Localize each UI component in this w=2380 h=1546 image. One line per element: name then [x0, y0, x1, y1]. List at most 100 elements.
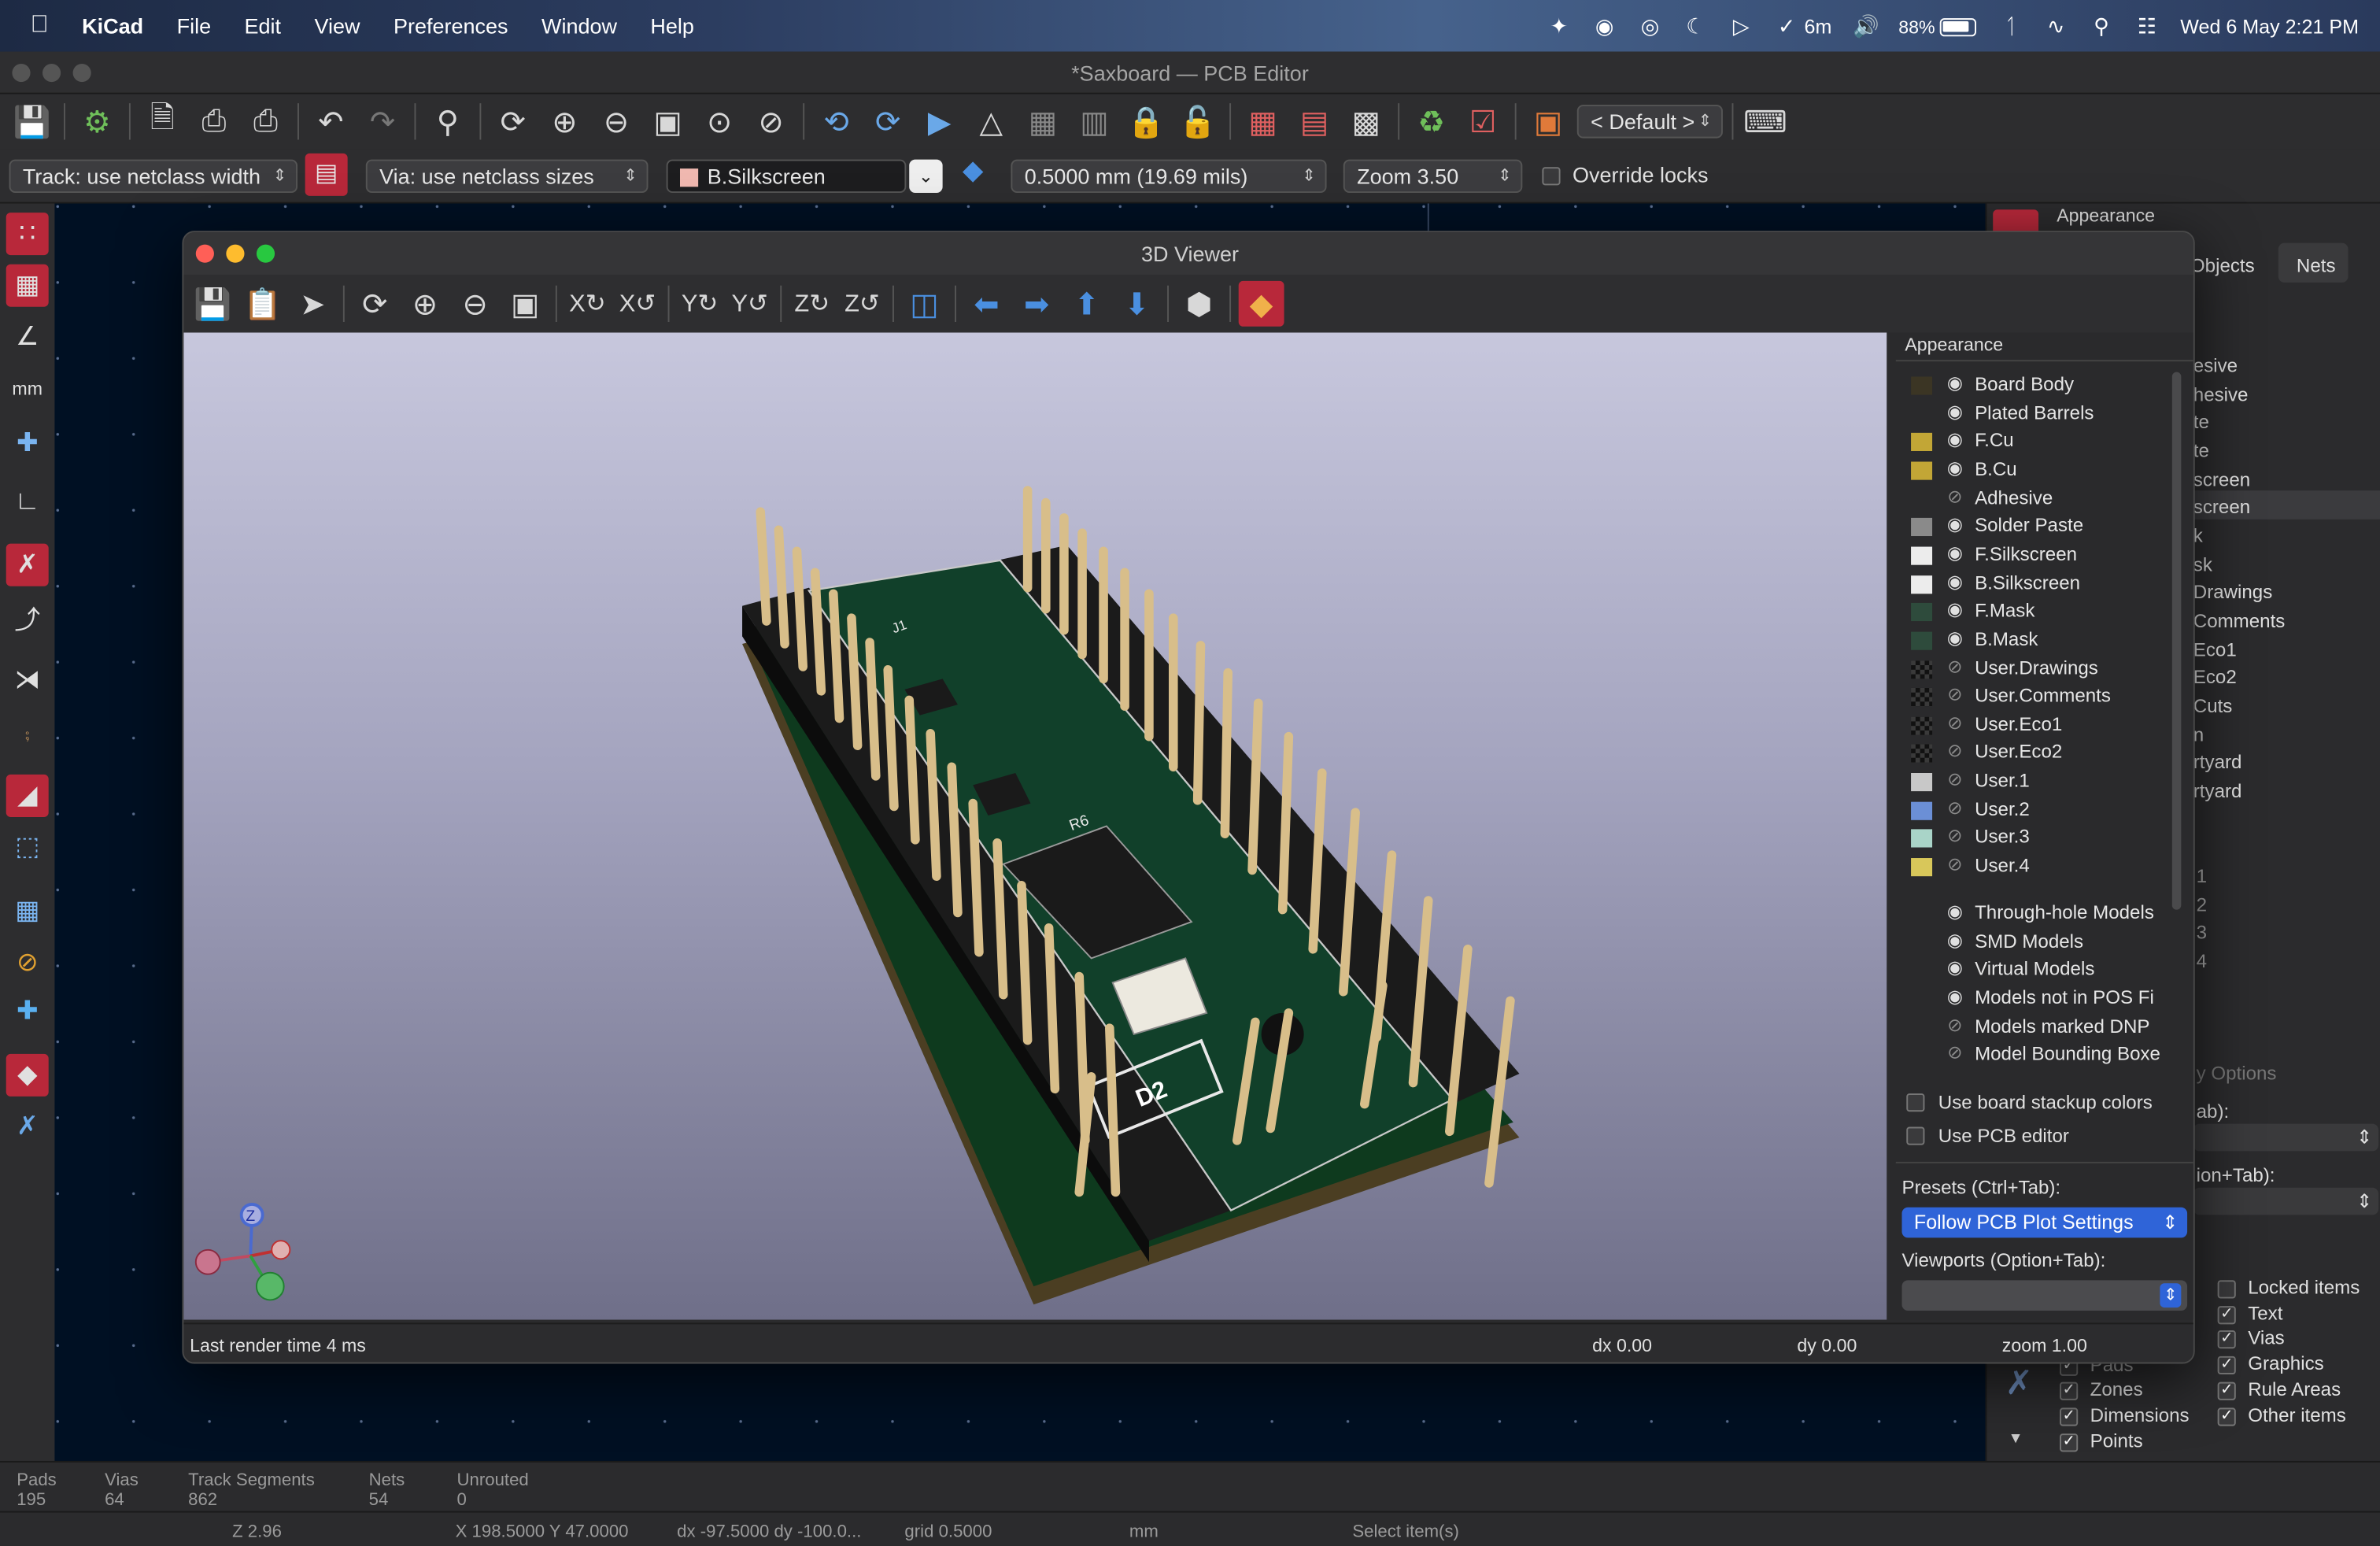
- find-icon[interactable]: ⚲: [425, 98, 471, 144]
- tab-objects[interactable]: Objects: [2190, 255, 2255, 276]
- menu-help[interactable]: Help: [650, 13, 694, 38]
- play-icon[interactable]: ▷: [1729, 13, 1754, 38]
- moon-icon[interactable]: ☾: [1683, 13, 1708, 38]
- eye-icon[interactable]: ◉: [1944, 571, 1965, 592]
- layer-row[interactable]: ⊘ User.4: [1899, 853, 2187, 881]
- undo-icon[interactable]: ↶: [308, 98, 353, 144]
- eye-icon[interactable]: ◉: [1944, 901, 1965, 922]
- eye-hidden-icon[interactable]: ⊘: [1944, 768, 1965, 790]
- rotate-z-cw-icon[interactable]: Z↻: [789, 281, 835, 327]
- layer-row-partial[interactable]: rtyard: [2193, 781, 2242, 802]
- track-auto-width-icon[interactable]: ▤: [305, 153, 348, 196]
- eye-icon[interactable]: ◉: [1944, 514, 1965, 535]
- layer-color-swatch[interactable]: [1911, 773, 1933, 792]
- zoom-out-icon[interactable]: ⊖: [453, 281, 498, 327]
- use-stackup-checkbox[interactable]: [1906, 1093, 1925, 1112]
- units-mm-icon[interactable]: mm: [6, 368, 49, 410]
- track-outline-icon[interactable]: ⧕: [6, 659, 49, 701]
- layer-row-partial[interactable]: Eco1: [2193, 639, 2237, 660]
- layer-pair-icon[interactable]: ▣: [1525, 98, 1571, 144]
- rotate-z-ccw-icon[interactable]: Z↺: [839, 281, 885, 327]
- rotate-ccw-icon[interactable]: ⟲: [814, 98, 859, 144]
- zoom-in-icon[interactable]: ⊕: [541, 98, 587, 144]
- menu-window[interactable]: Window: [541, 13, 617, 38]
- eye-icon[interactable]: ◉: [1944, 372, 1965, 394]
- close-button[interactable]: [195, 244, 214, 263]
- eye-icon[interactable]: ◉: [1944, 986, 1965, 1007]
- flip-board-icon[interactable]: ◫: [902, 281, 948, 327]
- python-console-icon[interactable]: ⌨: [1743, 98, 1788, 144]
- other-items-checkbox[interactable]: ✓: [2217, 1407, 2236, 1426]
- rotate-x-cw-icon[interactable]: X↻: [564, 281, 610, 327]
- eye-hidden-icon[interactable]: ⊘: [1944, 1042, 1965, 1063]
- track-width-select[interactable]: Track: use netclass width ⇕: [9, 159, 298, 194]
- layer-row-partial[interactable]: n: [2193, 724, 2204, 745]
- high-contrast-icon[interactable]: ✚: [6, 990, 49, 1033]
- curved-ratsnest-icon[interactable]: ⤴: [6, 595, 49, 638]
- preset-select[interactable]: < Default > ⇕: [1576, 105, 1723, 139]
- menu-edit[interactable]: Edit: [245, 13, 282, 38]
- layer-row[interactable]: ⊘ User.3: [1899, 825, 2187, 853]
- wordpress-icon[interactable]: ◉: [1592, 13, 1617, 38]
- layer-row[interactable]: ⊘ Model Bounding Boxe: [1899, 1042, 2187, 1070]
- minimize-button[interactable]: [226, 244, 245, 263]
- layer-row[interactable]: ◉ B.Silkscreen: [1899, 571, 2187, 598]
- layer-row[interactable]: ⊘ User.Eco1: [1899, 712, 2187, 739]
- layer-color-swatch[interactable]: [1911, 660, 1933, 679]
- grid-dots-icon[interactable]: ∷: [6, 213, 49, 256]
- caret-down-icon[interactable]: ▼: [2008, 1430, 2023, 1447]
- vias-checkbox[interactable]: ✓: [2217, 1330, 2236, 1349]
- board-setup-icon[interactable]: ⚙: [74, 98, 120, 144]
- cast-icon[interactable]: ◎: [1638, 13, 1662, 38]
- layer-select[interactable]: B.Silkscreen: [666, 159, 907, 194]
- layer-display-options-partial[interactable]: y Options: [2197, 1063, 2277, 1084]
- layer-row[interactable]: ⊘ Adhesive: [1899, 486, 2187, 513]
- copy-clipboard-icon[interactable]: 📋: [240, 281, 286, 327]
- layer-row[interactable]: ⊘ User.1: [1899, 768, 2187, 796]
- dimensions-checkbox[interactable]: ✓: [2060, 1407, 2079, 1426]
- eye-icon[interactable]: ◉: [1944, 929, 1965, 950]
- layer-color-swatch[interactable]: [1911, 575, 1933, 594]
- netlist-icon[interactable]: ▦: [1240, 98, 1286, 144]
- flip-icon[interactable]: ▶: [917, 98, 963, 144]
- clock[interactable]: Wed 6 May 2:21 PM: [2180, 14, 2359, 37]
- eye-icon[interactable]: ◉: [1944, 598, 1965, 620]
- redo-icon[interactable]: ↷: [360, 98, 405, 144]
- layer-color-swatch[interactable]: [1911, 518, 1933, 537]
- axes-icon[interactable]: ∟: [6, 480, 49, 523]
- presets-select[interactable]: Follow PCB Plot Settings ⇕: [1901, 1207, 2188, 1238]
- ratsnest-icon[interactable]: ✗: [6, 543, 49, 586]
- via-size-select[interactable]: Via: use netclass sizes ⇕: [365, 159, 649, 194]
- eye-hidden-icon[interactable]: ⊘: [1944, 655, 1965, 676]
- x-crossed-icon[interactable]: ✗: [2005, 1363, 2034, 1403]
- layer-color-swatch[interactable]: [1911, 858, 1933, 877]
- rotate-y-cw-icon[interactable]: Y↻: [677, 281, 722, 327]
- search-icon[interactable]: ⚲: [2090, 13, 2114, 38]
- refresh-icon[interactable]: ⟳: [490, 98, 536, 144]
- tab-nets[interactable]: Nets: [2278, 242, 2349, 283]
- layer-row-partial[interactable]: Comments: [2193, 611, 2286, 632]
- plot-icon[interactable]: ⎙: [243, 98, 289, 144]
- volume-icon[interactable]: 🔊: [1853, 13, 1879, 38]
- layer-color-swatch[interactable]: [1911, 830, 1933, 849]
- viewports-select[interactable]: ⇕: [1901, 1280, 2188, 1311]
- cursor-icon[interactable]: ✚: [6, 422, 49, 464]
- layer-row-partial[interactable]: Eco2: [2193, 667, 2237, 688]
- layer-row-partial[interactable]: hesive: [2193, 384, 2249, 405]
- grid-size-select[interactable]: 0.5000 mm (19.69 mils) ⇕: [1011, 159, 1327, 194]
- move-up-icon[interactable]: ⬆: [1064, 281, 1110, 327]
- move-down-icon[interactable]: ⬇: [1114, 281, 1160, 327]
- layer-row-partial[interactable]: sk: [2193, 554, 2212, 575]
- layer-row[interactable]: ◉ Models not in POS Fi: [1899, 986, 2187, 1013]
- eye-icon[interactable]: ◉: [1944, 542, 1965, 564]
- control-center-icon[interactable]: ☷: [2134, 13, 2159, 38]
- layer-color-swatch[interactable]: [1911, 745, 1933, 764]
- footprint-editor-icon[interactable]: ▩: [1343, 98, 1389, 144]
- zoom-fit-icon[interactable]: ▣: [645, 98, 691, 144]
- zones-checkbox[interactable]: ✓: [2060, 1381, 2079, 1400]
- zoom-objects-icon[interactable]: ⊙: [697, 98, 742, 144]
- eye-hidden-icon[interactable]: ⊘: [1944, 740, 1965, 761]
- eye-hidden-icon[interactable]: ⊘: [1944, 683, 1965, 705]
- eye-hidden-icon[interactable]: ⊘: [1944, 853, 1965, 875]
- mirror-icon[interactable]: △: [968, 98, 1014, 144]
